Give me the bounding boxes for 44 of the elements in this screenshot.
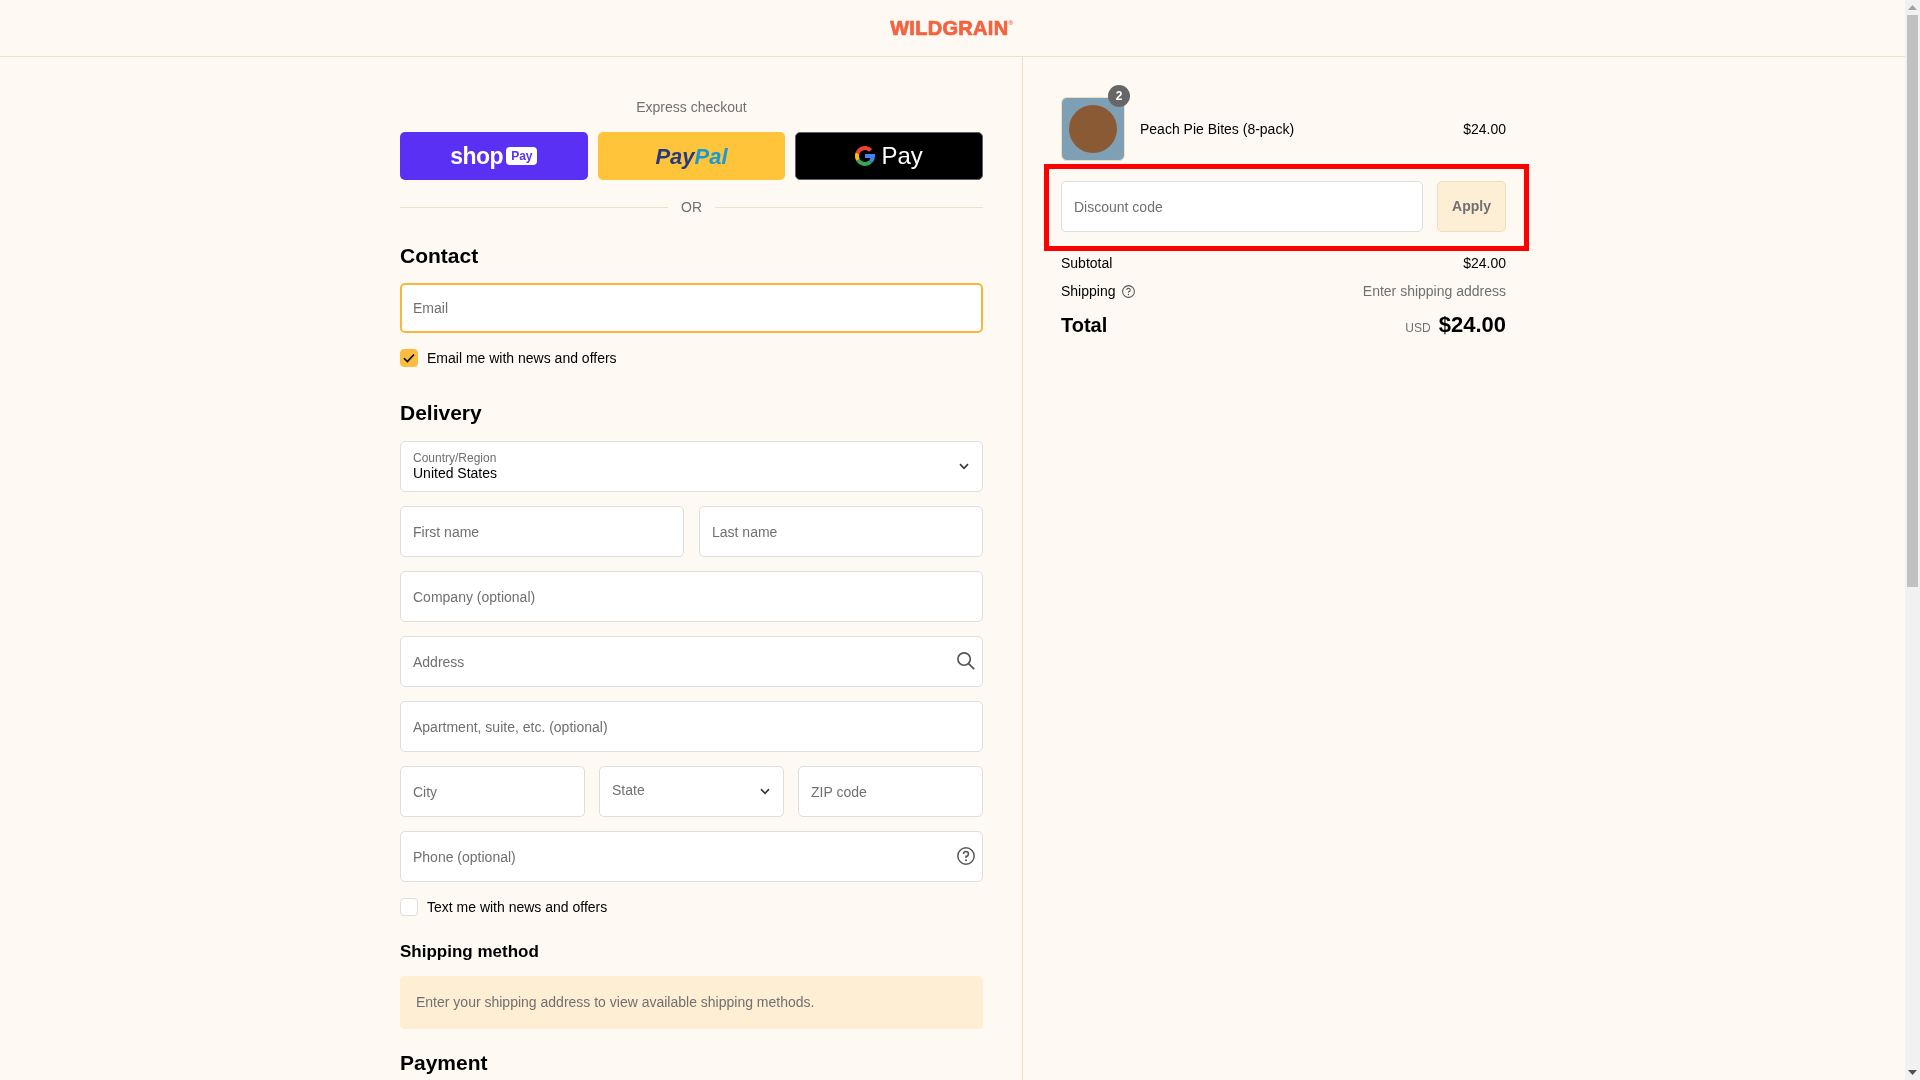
shipping-label: Shipping — [1061, 282, 1116, 301]
input-field[interactable]: Company (optional) — [400, 571, 983, 622]
chevron-down-icon — [959, 463, 969, 470]
input-field[interactable]: ZIP code — [798, 766, 983, 817]
dropdown-field[interactable]: State — [599, 766, 784, 817]
input-field[interactable]: Apartment, suite, etc. (optional) — [400, 701, 983, 752]
shipping-value: Enter shipping address — [1362, 282, 1506, 301]
currency-code: USD — [1405, 320, 1431, 337]
address-field[interactable]: Address — [400, 636, 983, 687]
express-checkout-title: Express checkout — [635, 98, 748, 117]
divider-text: OR — [680, 198, 703, 217]
subtotal-label: Subtotal — [1061, 254, 1113, 273]
subtotal-value: $24.00 — [1463, 254, 1506, 273]
help-icon[interactable] — [1121, 284, 1135, 298]
checkbox[interactable] — [400, 897, 418, 916]
scrollbar-thumb[interactable] — [1907, 15, 1918, 587]
shop-pay-button[interactable]: shop Pay — [400, 132, 588, 180]
checkmark-icon — [403, 352, 415, 363]
chevron-down-icon — [760, 788, 770, 795]
section-heading: Delivery — [400, 400, 483, 426]
section-heading: Shipping method — [400, 941, 540, 963]
quantity-badge: 2 — [1108, 85, 1130, 107]
email-field[interactable]: Email — [400, 283, 983, 333]
multicolor-g-icon — [855, 146, 876, 166]
input-field[interactable]: City — [400, 766, 585, 817]
checkbox-label: Text me with news and offers — [427, 897, 608, 917]
section-heading: Contact — [400, 243, 480, 269]
shipping-notice: Enter your shipping address to view available shipping methods. — [400, 976, 983, 1029]
google-pay-button[interactable]: Pay — [795, 132, 983, 180]
search-icon[interactable] — [957, 652, 975, 670]
help-icon[interactable] — [957, 847, 975, 865]
total-label: Total — [1061, 313, 1108, 338]
paypal-button[interactable]: PayPal — [597, 132, 786, 180]
product-name: Peach Pie Bites (8-pack) — [1140, 119, 1295, 139]
total-value: $24.00 — [1438, 311, 1506, 339]
checkbox-label: Email me with news and offers — [427, 348, 617, 368]
input-field[interactable]: First name — [400, 506, 684, 557]
checkbox[interactable] — [400, 348, 418, 367]
scroll-down-arrow-icon[interactable] — [1908, 1070, 1917, 1075]
product-price: $24.00 — [1463, 119, 1506, 139]
section-heading: Payment — [400, 1050, 489, 1076]
dropdown-field[interactable]: Country/Region United States — [400, 441, 983, 492]
input-field[interactable]: Last name — [699, 506, 983, 557]
phone-field[interactable]: Phone (optional) — [400, 831, 983, 882]
